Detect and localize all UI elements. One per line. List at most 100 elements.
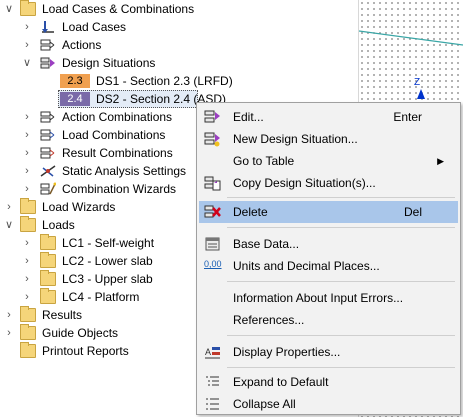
menu-item-label: Copy Design Situation(s)... (233, 176, 376, 190)
chevron-right-icon[interactable]: › (22, 144, 32, 162)
chevron-down-icon[interactable]: ∨ (4, 216, 14, 234)
folder-icon (40, 234, 56, 250)
folder-icon (40, 252, 56, 268)
chevron-right-icon[interactable]: › (22, 108, 32, 126)
tree-item-label: Actions (62, 38, 102, 52)
ds-badge: 2.4 (60, 92, 90, 106)
tree-item-label: Printout Reports (42, 344, 129, 358)
tree-item-label: Load Cases (62, 20, 127, 34)
new-design-situation-icon (204, 131, 221, 147)
menu-item-copy-design-situation[interactable]: Copy Design Situation(s)... (199, 172, 458, 194)
copy-icon (204, 175, 221, 191)
folder-icon (20, 216, 36, 232)
static-analysis-icon (40, 164, 56, 178)
load-case-icon (40, 20, 56, 34)
tree-item-design-situations[interactable]: ∨ Design Situations (0, 54, 358, 72)
menu-item-label: Information About Input Errors... (233, 291, 404, 305)
z-axis-label: Z (414, 77, 421, 88)
menu-item-label: Units and Decimal Places... (233, 259, 380, 273)
expand-icon (204, 374, 221, 390)
menu-item-delete[interactable]: Delete Del (199, 201, 458, 223)
folder-icon (20, 306, 36, 322)
tree-item-label: Design Situations (62, 56, 156, 70)
chevron-down-icon[interactable]: ∨ (4, 0, 14, 18)
submenu-arrow-icon: ▶ (437, 156, 444, 166)
chevron-down-icon[interactable]: ∨ (22, 54, 32, 72)
base-data-icon (204, 236, 221, 252)
tree-item-load-cases-combinations[interactable]: ∨ Load Cases & Combinations (0, 0, 358, 18)
folder-icon (20, 198, 36, 214)
collapse-icon (204, 396, 221, 412)
menu-item-label: Collapse All (233, 397, 296, 411)
tree-item-label: Load Wizards (42, 200, 116, 214)
tree-item-label: Loads (42, 218, 75, 232)
chevron-right-icon[interactable]: › (22, 18, 32, 36)
tree-item-label: LC3 - Upper slab (62, 272, 153, 286)
svg-text:A: A (205, 347, 211, 357)
folder-icon (40, 288, 56, 304)
menu-item-label: Go to Table (233, 154, 295, 168)
folder-icon (40, 270, 56, 286)
menu-separator (227, 197, 455, 198)
units-icon: 0,00 (204, 259, 222, 269)
tree-item-label: Combination Wizards (62, 182, 177, 196)
folder-icon (20, 324, 36, 340)
chevron-right-icon[interactable]: › (22, 234, 32, 252)
tree-item-actions[interactable]: › Actions (0, 36, 358, 54)
menu-item-shortcut: Del (403, 205, 422, 219)
chevron-right-icon[interactable]: › (22, 162, 32, 180)
tree-item-label: Results (42, 308, 83, 322)
chevron-right-icon[interactable]: › (22, 270, 32, 288)
chevron-right-icon[interactable]: › (22, 126, 32, 144)
load-combination-icon (40, 128, 56, 142)
tree-item-label: LC4 - Platform (62, 290, 140, 304)
chevron-right-icon[interactable]: › (22, 180, 32, 198)
chevron-right-icon[interactable]: › (4, 324, 14, 342)
chevron-right-icon[interactable]: › (22, 288, 32, 306)
tree-item-load-cases[interactable]: › Load Cases (0, 18, 358, 36)
menu-item-edit[interactable]: Edit... Enter (199, 106, 458, 128)
chevron-right-icon[interactable]: › (22, 252, 32, 270)
menu-item-units[interactable]: 0,00 Units and Decimal Places... (199, 255, 458, 277)
z-axis-arrow-icon (417, 89, 425, 99)
menu-item-label: Display Properties... (233, 345, 341, 359)
folder-icon (20, 342, 36, 358)
tree-item-label: Static Analysis Settings (62, 164, 187, 178)
tree-item-label: Load Combinations (62, 128, 166, 142)
edit-icon (204, 109, 221, 125)
result-combination-icon (40, 146, 56, 160)
chevron-right-icon[interactable]: › (4, 198, 14, 216)
tree-item-label: LC2 - Lower slab (62, 254, 153, 268)
context-menu: Edit... Enter New Design Situation... Go… (196, 102, 461, 415)
menu-item-shortcut: Enter (393, 110, 422, 124)
chevron-right-icon[interactable]: › (22, 36, 32, 54)
menu-item-label: Base Data... (233, 237, 300, 251)
menu-separator (227, 227, 455, 228)
menu-separator (227, 367, 455, 368)
menu-item-new-design-situation[interactable]: New Design Situation... (199, 128, 458, 150)
menu-item-label: Expand to Default (233, 375, 329, 389)
menu-item-label: Delete (233, 205, 268, 219)
action-combination-icon (40, 110, 56, 124)
menu-item-label: New Design Situation... (233, 132, 358, 146)
tree-item-label: LC1 - Self-weight (62, 236, 155, 250)
design-situation-icon (40, 56, 56, 70)
chevron-right-icon[interactable]: › (4, 306, 14, 324)
menu-item-references[interactable]: References... (199, 309, 458, 331)
menu-separator (227, 281, 455, 282)
delete-icon (204, 204, 221, 220)
tree-item-label: Load Cases & Combinations (42, 2, 195, 16)
ds-badge: 2.3 (60, 74, 90, 88)
actions-icon (40, 38, 56, 52)
menu-item-expand-default[interactable]: Expand to Default (199, 371, 458, 393)
menu-item-information-input-errors[interactable]: Information About Input Errors... (199, 287, 458, 309)
tree-item-label: DS1 - Section 2.3 (LRFD) (96, 74, 233, 88)
tree-item-ds1[interactable]: 2.3 DS1 - Section 2.3 (LRFD) (0, 72, 358, 90)
combination-wizard-icon (40, 182, 57, 196)
display-properties-icon: A (204, 344, 221, 360)
menu-item-go-to-table[interactable]: Go to Table ▶ (199, 150, 458, 172)
menu-item-display-properties[interactable]: A Display Properties... (199, 341, 458, 363)
menu-item-label: References... (233, 313, 305, 327)
menu-item-collapse-all[interactable]: Collapse All (199, 393, 458, 415)
menu-item-base-data[interactable]: Base Data... (199, 233, 458, 255)
